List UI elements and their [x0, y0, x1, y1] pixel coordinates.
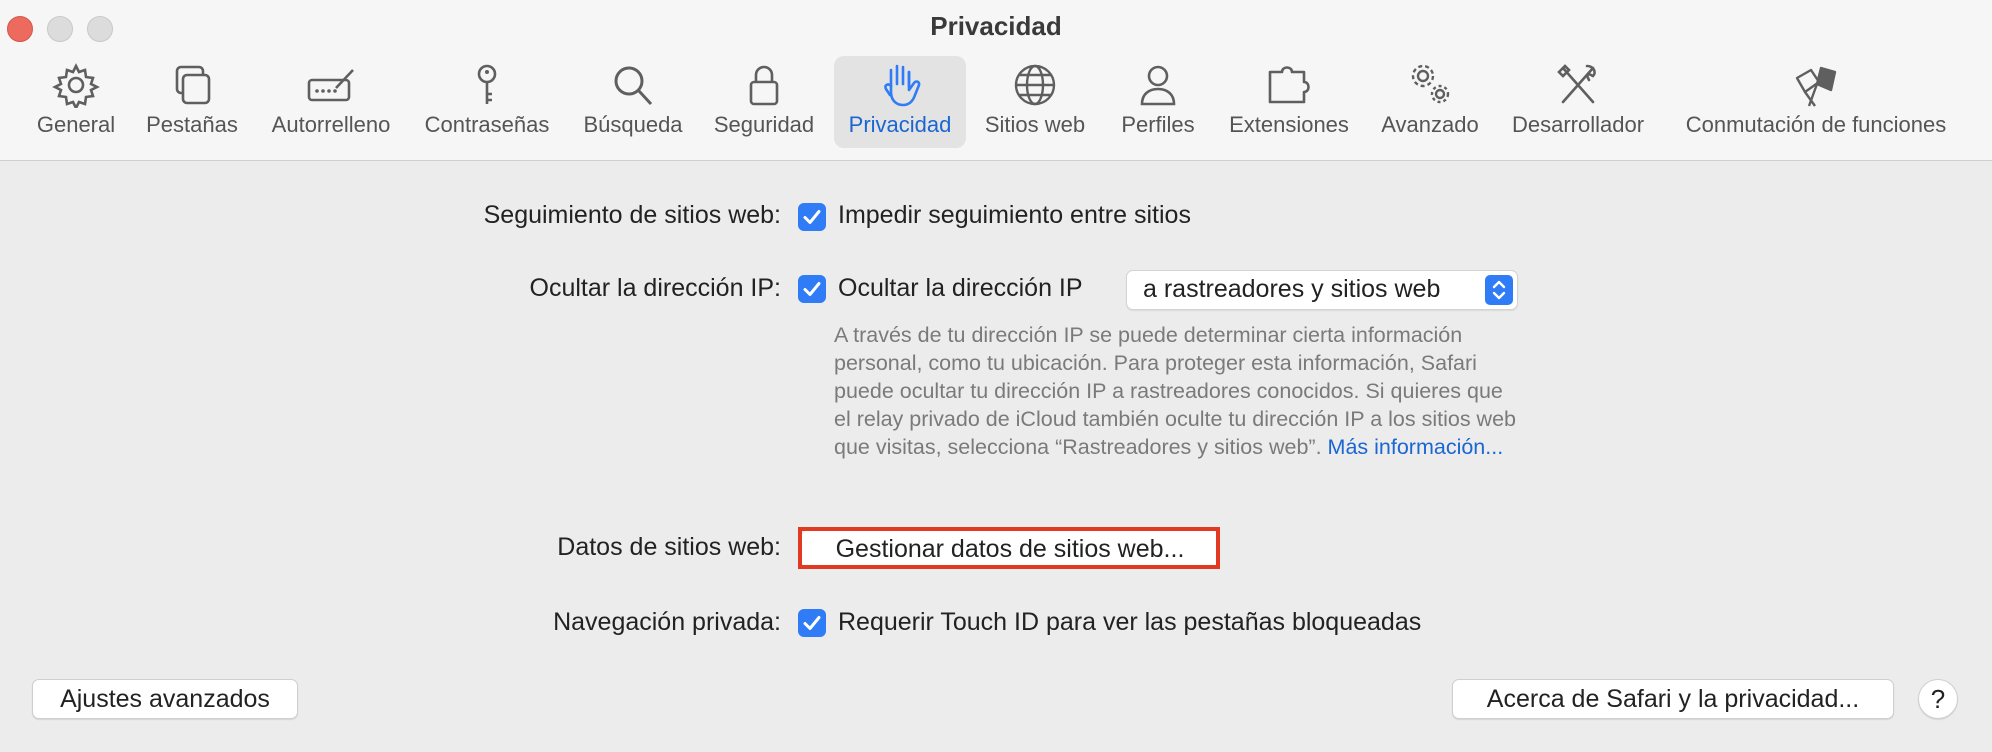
tracking-checkbox-label[interactable]: Impedir seguimiento entre sitios: [838, 201, 1191, 230]
tab-general[interactable]: General: [22, 56, 130, 148]
about-safari-privacy-button[interactable]: Acerca de Safari y la privacidad...: [1452, 679, 1894, 719]
tab-security-label: Seguridad: [713, 112, 815, 137]
tracking-checkbox[interactable]: [798, 203, 826, 231]
updown-chevron-icon: [1485, 275, 1513, 305]
private-browsing-checkbox-label[interactable]: Requerir Touch ID para ver las pestañas …: [838, 608, 1421, 637]
tab-general-label: General: [36, 112, 116, 137]
tabs-icon: [167, 62, 217, 108]
hide-ip-select-value: a rastreadores y sitios web: [1143, 275, 1441, 303]
tab-passwords[interactable]: Contraseñas: [414, 56, 560, 148]
advanced-settings-button[interactable]: Ajustes avanzados: [32, 679, 298, 719]
gear-icon: [51, 62, 101, 111]
tab-feature-flags-label: Conmutación de funciones: [1685, 112, 1947, 137]
puzzle-icon: [1264, 62, 1314, 108]
more-info-link[interactable]: Más información...: [1328, 435, 1504, 459]
help-button[interactable]: ?: [1918, 679, 1958, 719]
titlebar: Privacidad General Pestañas Autorrelleno…: [0, 0, 1992, 161]
tab-profiles[interactable]: Perfiles: [1108, 56, 1208, 148]
tab-developer-label: Desarrollador: [1511, 112, 1645, 137]
tab-extensions-label: Extensiones: [1229, 112, 1349, 137]
hand-icon: [875, 62, 925, 108]
private-browsing-checkbox[interactable]: [798, 609, 826, 637]
hide-ip-description: A través de tu dirección IP se puede det…: [834, 321, 1524, 461]
hide-ip-label: Ocultar la dirección IP:: [529, 274, 782, 302]
tab-advanced[interactable]: Avanzado: [1372, 56, 1488, 148]
key-icon: [462, 62, 512, 108]
flags-icon: [1791, 62, 1841, 108]
tab-tabs[interactable]: Pestañas: [138, 56, 246, 148]
tab-privacy-label: Privacidad: [848, 112, 952, 137]
autofill-icon: [306, 62, 356, 108]
tab-search-label: Búsqueda: [583, 112, 683, 137]
window-title: Privacidad: [930, 11, 1062, 41]
highlight-box: [798, 527, 1220, 569]
lock-icon: [739, 62, 789, 108]
preferences-toolbar: General Pestañas Autorrelleno Contraseña…: [0, 54, 1992, 154]
tab-extensions[interactable]: Extensiones: [1220, 56, 1358, 148]
tab-autofill[interactable]: Autorrelleno: [260, 56, 402, 148]
tab-feature-flags[interactable]: Conmutación de funciones: [1666, 56, 1966, 148]
preferences-window: Privacidad General Pestañas Autorrelleno…: [0, 0, 1992, 752]
tab-security[interactable]: Seguridad: [704, 56, 824, 148]
magnifier-icon: [608, 62, 658, 108]
tab-tabs-label: Pestañas: [146, 112, 238, 137]
tab-search[interactable]: Búsqueda: [574, 56, 692, 148]
person-icon: [1133, 62, 1183, 108]
tab-privacy[interactable]: Privacidad: [834, 56, 966, 148]
tab-advanced-label: Avanzado: [1381, 112, 1479, 137]
hide-ip-checkbox[interactable]: [798, 275, 826, 303]
tracking-label: Seguimiento de sitios web:: [483, 201, 781, 229]
tab-websites[interactable]: Sitios web: [976, 56, 1094, 148]
private-browsing-label: Navegación privada:: [553, 608, 781, 636]
gears-icon: [1405, 62, 1455, 108]
tab-passwords-label: Contraseñas: [424, 112, 550, 137]
tab-websites-label: Sitios web: [984, 112, 1086, 137]
tab-autofill-label: Autorrelleno: [271, 112, 391, 137]
tab-developer[interactable]: Desarrollador: [1502, 56, 1654, 148]
hide-ip-checkbox-label[interactable]: Ocultar la dirección IP: [838, 274, 1083, 303]
globe-icon: [1010, 62, 1060, 108]
hide-ip-select[interactable]: a rastreadores y sitios web: [1126, 270, 1518, 310]
tab-profiles-label: Perfiles: [1121, 112, 1195, 137]
tools-icon: [1553, 62, 1603, 108]
website-data-label: Datos de sitios web:: [557, 533, 781, 561]
